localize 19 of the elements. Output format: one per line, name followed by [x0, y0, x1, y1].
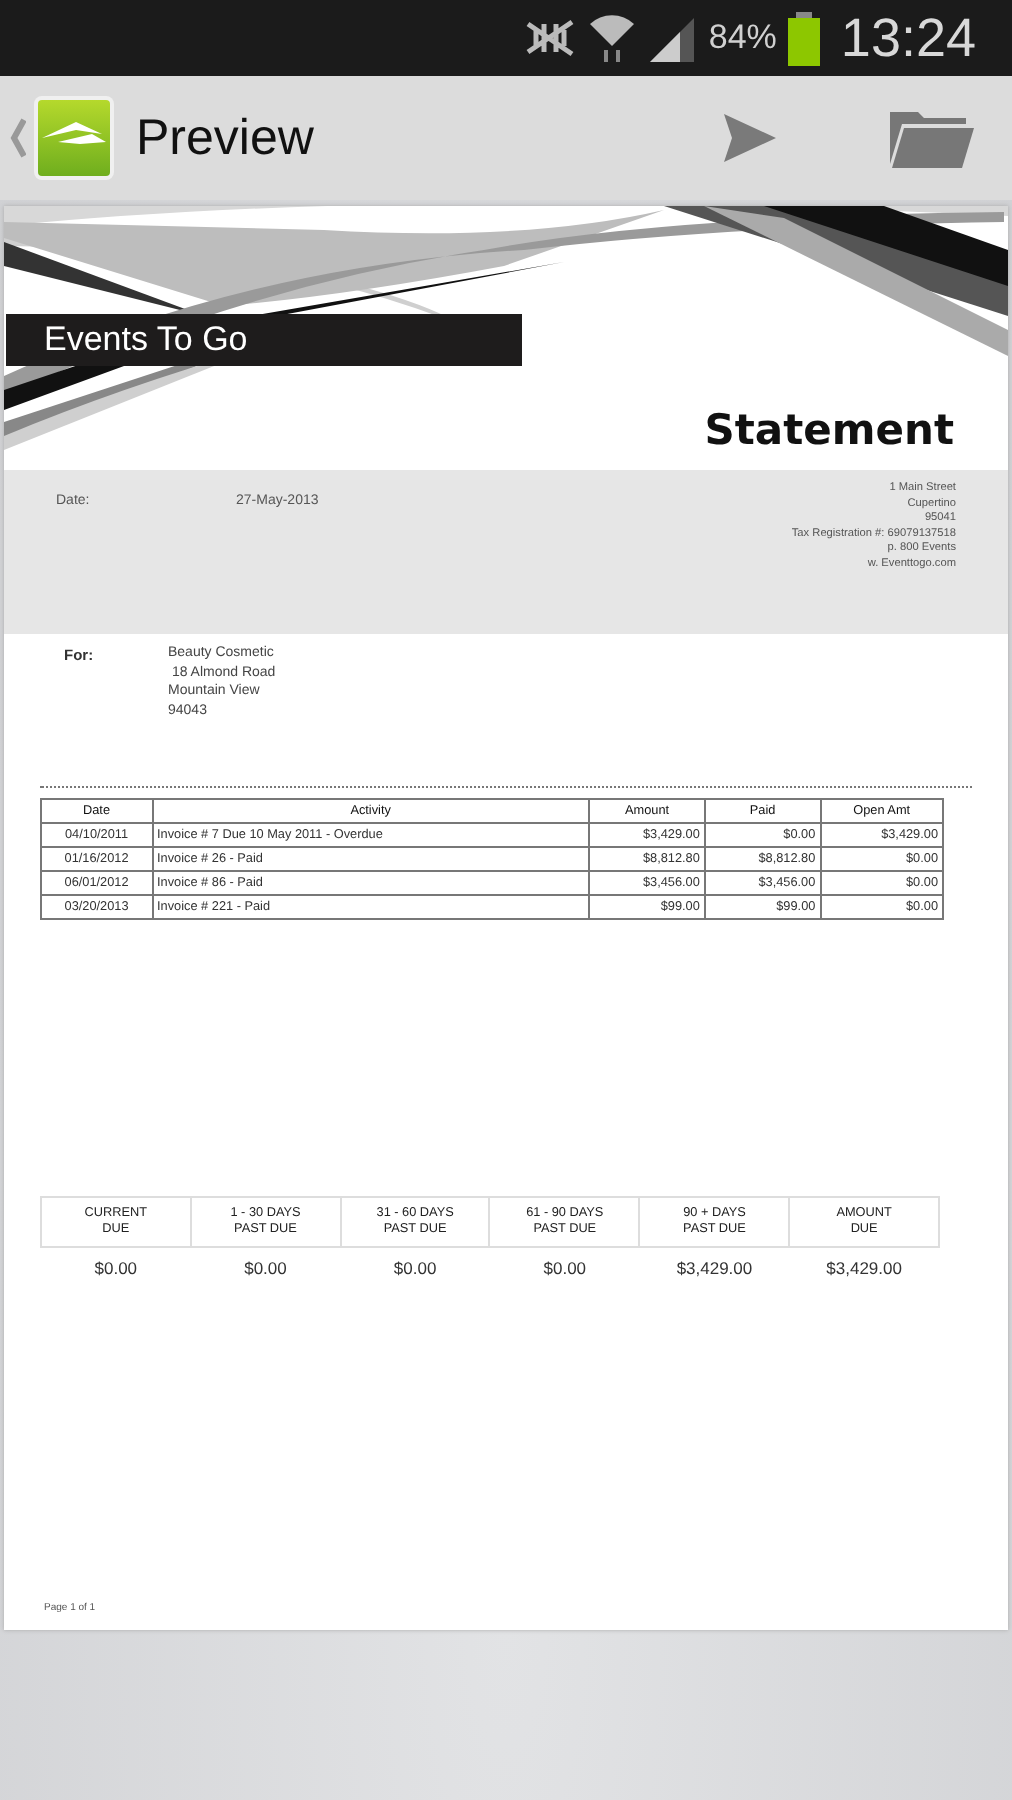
table-cell: $3,429.00	[639, 1246, 790, 1279]
screen-title: Preview	[136, 109, 314, 167]
signal-icon	[648, 14, 697, 62]
clock-time: 13:24	[840, 7, 976, 69]
document-title: Statement	[704, 406, 954, 450]
wifi-icon	[588, 12, 637, 64]
battery-icon	[788, 11, 821, 65]
app-logo-icon[interactable]	[32, 94, 116, 182]
battery-percentage: 84%	[708, 18, 777, 58]
send-icon[interactable]	[722, 112, 778, 164]
company-name: Events To Go	[6, 314, 522, 366]
table-cell: $0.00	[190, 1246, 341, 1279]
back-caret-icon[interactable]	[10, 118, 26, 158]
mute-icon	[524, 16, 577, 60]
table-cell: $0.00	[41, 1246, 191, 1279]
table-cell: $3,429.00	[789, 1246, 939, 1279]
folder-icon[interactable]	[890, 108, 974, 168]
table-cell: $0.00	[340, 1246, 490, 1279]
table-cell: $0.00	[489, 1246, 640, 1279]
